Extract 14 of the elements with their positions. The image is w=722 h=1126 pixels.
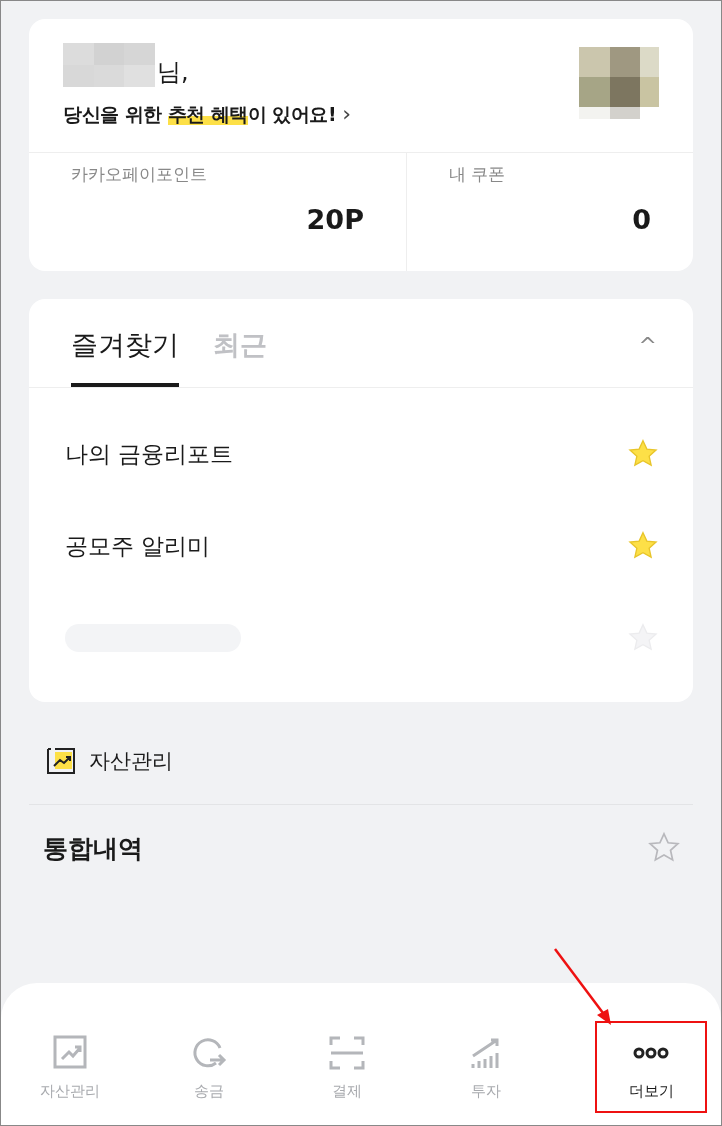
chart-icon: [45, 746, 77, 776]
collapse-icon[interactable]: ^: [638, 332, 657, 382]
nav-tab[interactable]: 더보기: [595, 1021, 707, 1113]
more-icon: [633, 1046, 669, 1059]
section-title: 자산관리: [89, 748, 173, 775]
summary-value: 20P: [306, 204, 364, 235]
favorite-item[interactable]: 나의 금융리포트: [65, 438, 234, 470]
summary-label: 내 쿠폰: [448, 163, 507, 186]
tab[interactable]: 즐겨찾기: [71, 327, 179, 387]
favorite-item[interactable]: 공모주 알리미: [65, 530, 211, 562]
summary-value: 0: [632, 204, 651, 235]
summary-label: 카카오페이포인트: [71, 163, 208, 186]
greeting-text: 님,: [157, 57, 189, 87]
menu-item[interactable]: 통합내역: [43, 831, 143, 865]
